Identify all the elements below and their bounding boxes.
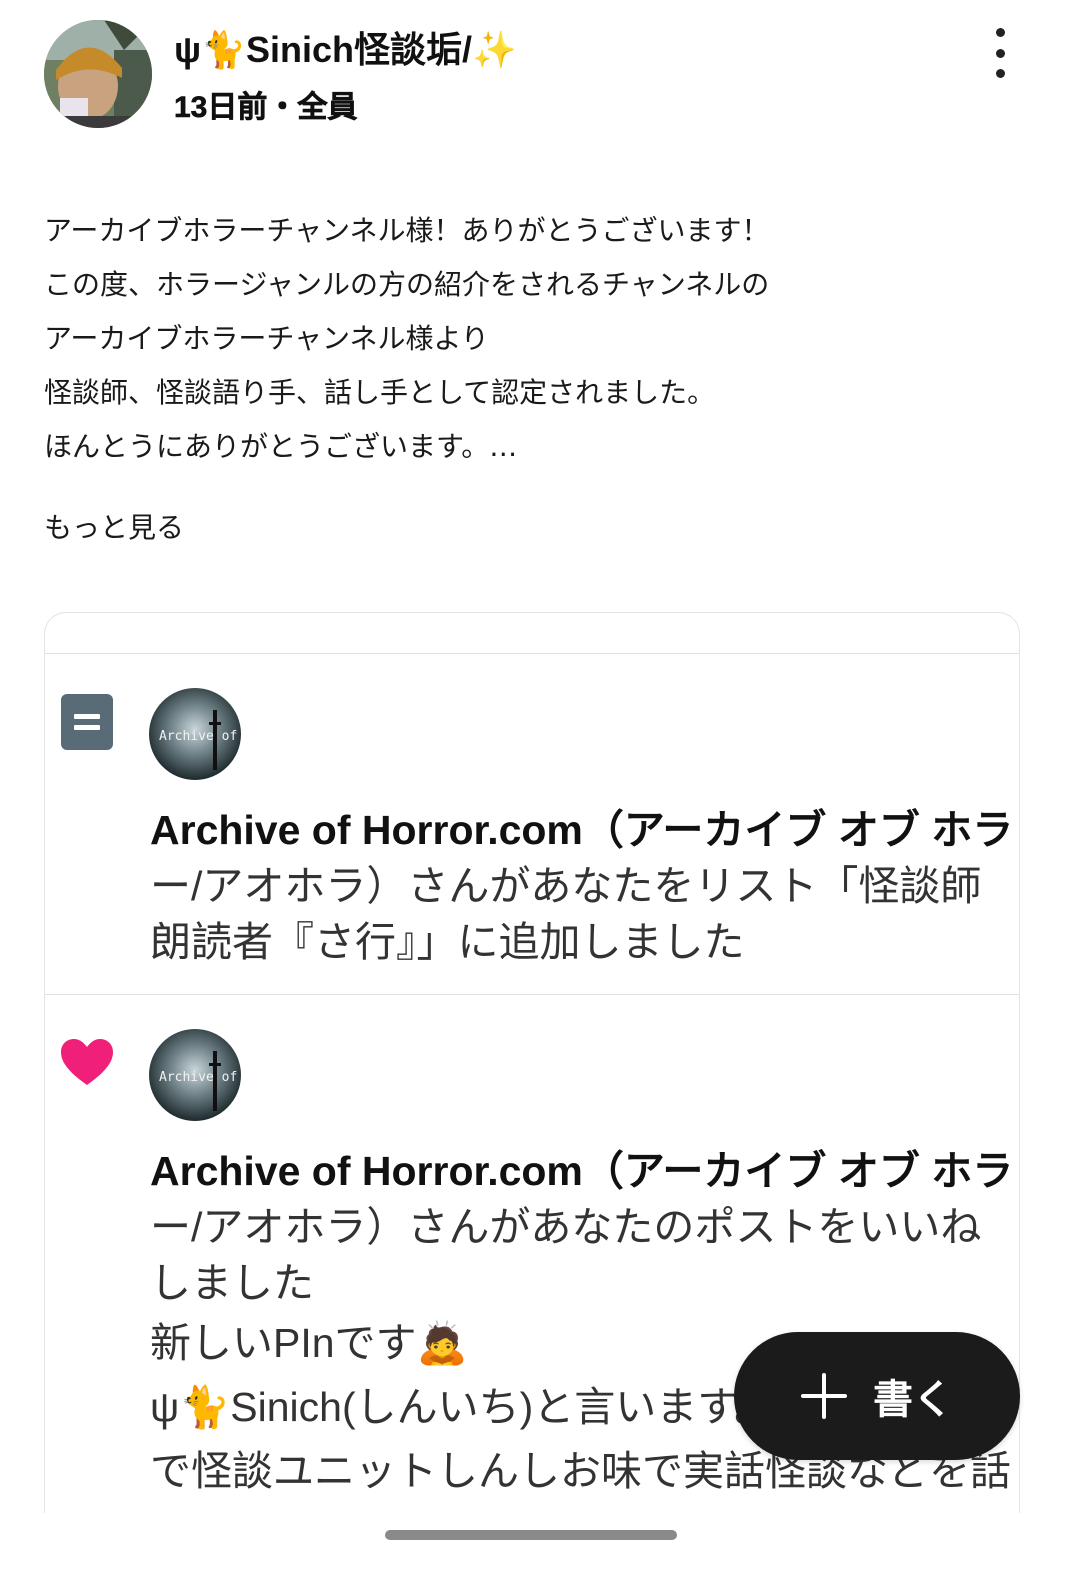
heart-icon xyxy=(59,1035,115,1091)
more-options-button[interactable] xyxy=(982,28,1018,78)
post-body-line: アーカイブホラーチャンネル様より xyxy=(44,322,489,355)
post-header: ψ🐈Sinich怪談垢/✨ 13日前・全員 xyxy=(44,20,1044,140)
avatar-logo-text: Archive of Horror xyxy=(159,1070,241,1085)
post-body-line: ほんとうにありがとうございます。… xyxy=(44,430,518,463)
author-avatar[interactable] xyxy=(44,20,152,128)
post-body-line: アーカイブホラーチャンネル様！ありがとうございます！ xyxy=(44,214,770,247)
post-body-line: この度、ホラージャンルの方の紹介をされるチャンネルの xyxy=(44,268,770,301)
more-dot-icon xyxy=(995,69,1005,78)
archive-of-horror-avatar: Archive of Horror xyxy=(149,1029,241,1121)
compose-label: 書く xyxy=(873,1377,953,1423)
author-name-text: ψ🐈Sinich怪談垢/ xyxy=(174,29,472,70)
compose-button[interactable]: 書く xyxy=(734,1332,1020,1460)
sparkle-icon: ✨ xyxy=(471,29,517,70)
notification-line: ー/アオホラ）さんがあなたをリスト「怪談師 xyxy=(150,863,982,909)
notification-line: Archive of Horror.com（アーカイブ オブ ホラ xyxy=(150,1148,1014,1194)
notification-list-add: Archive of Horror Archive of Horror.com（… xyxy=(45,654,1019,994)
more-dot-icon xyxy=(995,28,1005,37)
list-icon xyxy=(59,694,115,750)
author-avatar-image xyxy=(44,20,152,128)
author-name[interactable]: ψ🐈Sinich怪談垢/✨ xyxy=(174,26,517,74)
post-meta: 13日前・全員 xyxy=(174,91,358,125)
notification-line: しました xyxy=(150,1260,314,1306)
avatar-logo-text: Archive of Horror xyxy=(159,729,241,744)
notification-line: 朗読者『さ行』」に追加しました xyxy=(150,919,745,965)
post-body: アーカイブホラーチャンネル様！ありがとうございます！ この度、ホラージャンルの方… xyxy=(44,204,1034,474)
see-more-link[interactable]: もっと見る xyxy=(44,506,184,550)
notification-text: Archive of Horror.com（アーカイブ オブ ホラ ー/アオホラ… xyxy=(150,802,1019,970)
home-indicator[interactable] xyxy=(385,1530,677,1540)
more-dot-icon xyxy=(995,48,1005,58)
plus-icon xyxy=(801,1373,847,1419)
post-body-line: 怪談師、怪談語り手、話し手として認定されました。 xyxy=(44,376,716,409)
notification-line: ー/アオホラ）さんがあなたのポストをいいね xyxy=(150,1204,982,1250)
notification-line: Archive of Horror.com（アーカイブ オブ ホラ xyxy=(150,807,1014,853)
archive-of-horror-avatar: Archive of Horror xyxy=(149,688,241,780)
